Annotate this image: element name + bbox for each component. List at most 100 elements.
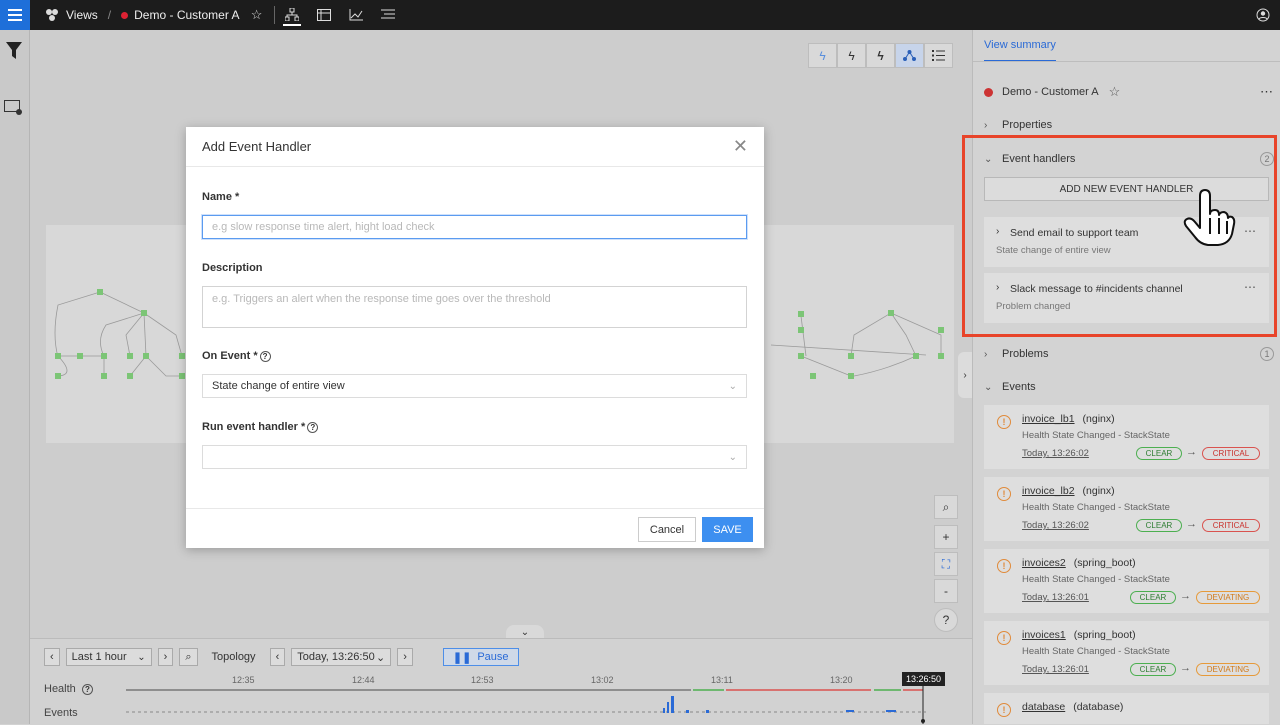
pause-button[interactable]: ❚❚ Pause — [442, 648, 519, 666]
status-badge: CLEAR — [1136, 447, 1182, 460]
event-item[interactable]: ! invoice_lb2 (nginx) Health State Change… — [984, 477, 1269, 541]
event-description: Health State Changed - StackState — [1022, 430, 1170, 441]
status-badge: CLEAR — [1130, 591, 1176, 604]
close-icon[interactable]: ✕ — [733, 136, 748, 157]
arrow-right-icon: → — [1186, 446, 1197, 458]
hamburger-menu-icon[interactable] — [0, 0, 30, 30]
on-event-label: On Event * — [202, 350, 258, 362]
name-input[interactable] — [202, 215, 747, 239]
arrow-right-icon: → — [1180, 662, 1191, 674]
star-outline-icon[interactable]: ☆ — [248, 6, 266, 24]
zoom-controls: ⌕ + ⛶ - ? — [934, 495, 958, 632]
chevron-right-icon[interactable]: › — [397, 648, 413, 666]
chevron-left-icon[interactable]: ‹ — [269, 648, 286, 666]
problems-section[interactable]: › Problems 1 — [984, 347, 1274, 361]
help-icon[interactable]: ? — [307, 421, 319, 433]
on-event-select[interactable]: State change of entire view ⌄ — [202, 374, 747, 398]
search-icon[interactable]: ⌕ — [934, 495, 958, 519]
event-description: Health State Changed - StackState — [1022, 502, 1170, 513]
filter-icon[interactable] — [6, 42, 22, 63]
event-item[interactable]: ! invoices1 (spring_boot) Health State Ch… — [984, 621, 1269, 685]
topology-icon[interactable] — [282, 4, 301, 26]
help-icon[interactable]: ? — [82, 684, 93, 695]
events-list-icon[interactable] — [379, 6, 397, 24]
breadcrumb-separator: / — [107, 8, 112, 22]
view-status-dot — [121, 11, 129, 19]
lightning-half-icon[interactable]: ϟ — [837, 43, 866, 68]
views-breadcrumb[interactable]: Views — [44, 8, 98, 22]
run-handler-label: Run event handler * — [202, 421, 306, 433]
left-rail — [0, 30, 30, 724]
topology-icon[interactable] — [895, 43, 924, 68]
on-event-label-wrap: On Event *? — [202, 350, 271, 362]
chevron-right-icon[interactable]: › — [958, 352, 972, 398]
top-bar: Views / Demo - Customer A ☆ — [0, 0, 1280, 30]
event-component[interactable]: invoice_lb2 — [1022, 485, 1075, 497]
zoom-search-icon[interactable]: ⌕ — [179, 648, 198, 666]
star-outline-icon[interactable]: ☆ — [1109, 84, 1121, 100]
event-time[interactable]: Today, 13:26:01 — [1022, 664, 1089, 675]
time-select[interactable]: Today, 13:26:50 ⌄ — [291, 648, 392, 666]
event-item[interactable]: ! invoice_lb1 (nginx) Health State Change… — [984, 405, 1269, 469]
status-dot — [984, 87, 993, 97]
timeline: ‹ Last 1 hour ⌄ › ⌕ Topology ‹ Today, 13:… — [30, 638, 972, 724]
count-badge: 1 — [1260, 347, 1274, 361]
save-button[interactable]: SAVE — [702, 517, 753, 542]
tab-view-summary[interactable]: View summary — [984, 39, 1056, 62]
properties-section[interactable]: › Properties — [984, 119, 1274, 131]
event-item[interactable]: ! invoices2 (spring_boot) Health State Ch… — [984, 549, 1269, 613]
zoom-out-button[interactable]: - — [934, 579, 958, 603]
health-label: Health — [44, 683, 76, 695]
view-settings-icon[interactable] — [4, 100, 24, 119]
event-component[interactable]: invoices2 — [1022, 557, 1066, 569]
help-icon[interactable]: ? — [259, 350, 271, 362]
more-icon[interactable]: ⋯ — [1260, 84, 1274, 100]
event-title: database (database) — [1022, 701, 1123, 713]
lightning-outline-icon[interactable]: ϟ — [808, 43, 837, 68]
lightning-icon[interactable]: ϟ — [866, 43, 895, 68]
view-name: Demo - Customer A — [1002, 86, 1099, 98]
run-handler-select[interactable]: ⌄ — [202, 445, 747, 469]
chevron-down-icon: ⌄ — [376, 651, 386, 664]
chevron-right-icon: › — [984, 119, 988, 131]
help-icon[interactable]: ? — [934, 608, 958, 632]
event-component[interactable]: invoice_lb1 — [1022, 413, 1075, 425]
view-name: Demo - Customer A — [134, 8, 240, 22]
event-time[interactable]: Today, 13:26:02 — [1022, 448, 1089, 459]
timeline-graph[interactable] — [126, 684, 946, 725]
warning-icon: ! — [997, 559, 1011, 573]
time-label: Today, 13:26:50 — [297, 651, 375, 663]
view-breadcrumb[interactable]: Demo - Customer A — [121, 8, 240, 22]
warning-icon: ! — [997, 703, 1011, 717]
time-range-label: Last 1 hour — [71, 651, 127, 663]
status-badge: DEVIATING — [1196, 591, 1260, 604]
mode-label: Topology — [211, 651, 256, 663]
event-time[interactable]: Today, 13:26:01 — [1022, 592, 1089, 603]
table-icon[interactable] — [315, 6, 333, 24]
event-title: invoices2 (spring_boot) — [1022, 557, 1136, 569]
event-time[interactable]: Today, 13:26:02 — [1022, 520, 1089, 531]
event-item[interactable]: ! database (database) — [984, 693, 1269, 724]
list-icon[interactable] — [924, 43, 953, 68]
events-label: Events — [44, 707, 78, 719]
warning-icon: ! — [997, 631, 1011, 645]
user-icon[interactable] — [1254, 6, 1272, 24]
event-description: Health State Changed - StackState — [1022, 646, 1170, 657]
name-label: Name * — [202, 191, 240, 203]
chevron-right-icon[interactable]: › — [157, 648, 174, 666]
cancel-button[interactable]: Cancel — [638, 517, 696, 542]
section-label: Problems — [1002, 348, 1049, 360]
event-component[interactable]: invoices1 — [1022, 629, 1066, 641]
time-range-select[interactable]: Last 1 hour ⌄ — [65, 648, 152, 666]
fit-to-screen-icon[interactable]: ⛶ — [934, 552, 958, 576]
description-input[interactable] — [202, 286, 747, 328]
divider — [273, 6, 275, 24]
chevron-left-icon[interactable]: ‹ — [44, 648, 60, 666]
events-section[interactable]: ⌄ Events — [984, 381, 1274, 393]
event-title: invoices1 (spring_boot) — [1022, 629, 1136, 641]
event-component[interactable]: database — [1022, 701, 1065, 713]
chevron-down-icon[interactable]: ⌄ — [506, 625, 544, 639]
zoom-in-button[interactable]: + — [934, 525, 958, 549]
chart-icon[interactable] — [347, 6, 365, 24]
dialog-title: Add Event Handler — [202, 139, 312, 154]
